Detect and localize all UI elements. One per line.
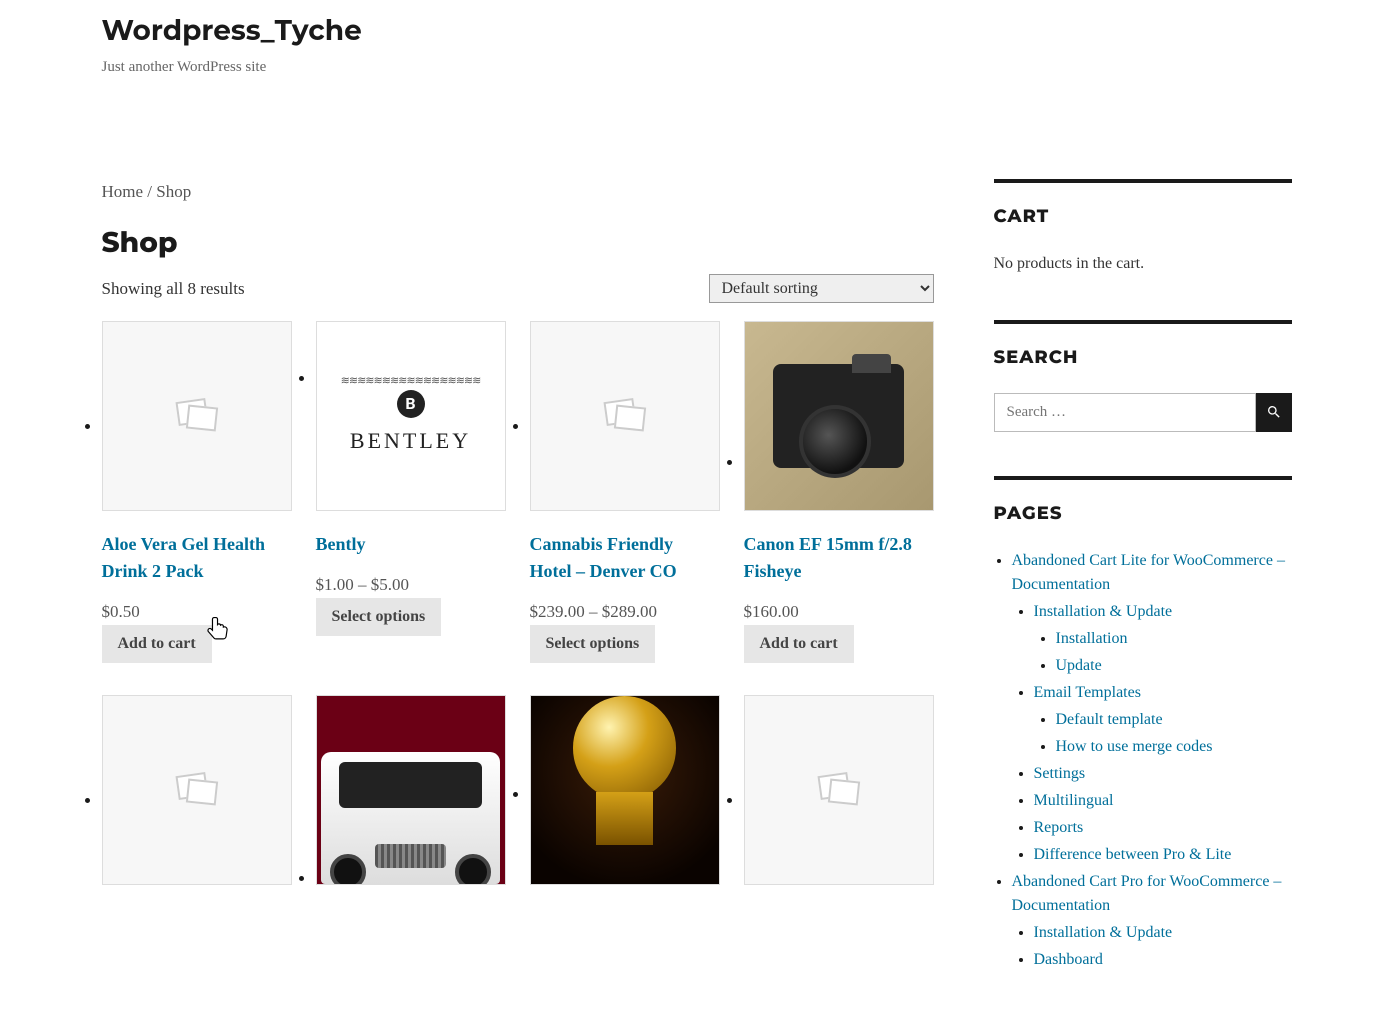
page-link[interactable]: Reports [1034, 819, 1084, 836]
product-image[interactable] [316, 695, 506, 885]
placeholder-icon [177, 400, 217, 432]
pages-widget: PAGES Abandoned Cart Lite for WooCommerc… [994, 476, 1292, 972]
breadcrumb-current: Shop [156, 182, 191, 201]
site-title[interactable]: Wordpress_Tyche [102, 10, 1292, 52]
product-title[interactable]: Bently [316, 531, 506, 558]
page-link[interactable]: Settings [1034, 765, 1086, 782]
page-link[interactable]: Difference between Pro & Lite [1034, 846, 1232, 863]
breadcrumb-sep: / [143, 182, 156, 201]
product-title[interactable]: Aloe Vera Gel Health Drink 2 Pack [102, 531, 292, 585]
product-action-button[interactable]: Add to cart [744, 625, 854, 663]
search-button[interactable] [1256, 393, 1292, 432]
product-action-button[interactable]: Select options [316, 598, 442, 636]
page-link[interactable]: How to use merge codes [1056, 738, 1213, 755]
breadcrumb-home[interactable]: Home [102, 182, 144, 201]
product-card: Canon EF 15mm f/2.8 Fisheye $160.00 Add to… [744, 321, 934, 663]
product-image[interactable] [102, 695, 292, 885]
breadcrumb: Home / Shop [102, 179, 934, 205]
product-title[interactable]: Cannabis Friendly Hotel – Denver CO [530, 531, 720, 585]
product-image[interactable] [744, 695, 934, 885]
cart-empty-text: No products in the cart. [994, 252, 1292, 276]
product-action-button[interactable]: Add to cart [102, 625, 212, 663]
product-price: $160.00 [744, 602, 799, 621]
page-link[interactable]: Dashboard [1034, 951, 1103, 968]
page-link[interactable]: Abandoned Cart Pro for WooCommerce – Doc… [1012, 873, 1282, 914]
sort-form: Default sorting [709, 274, 934, 303]
search-widget-title: SEARCH [994, 344, 1292, 371]
cart-widget: CART No products in the cart. [994, 179, 1292, 276]
search-icon [1266, 404, 1282, 420]
product-title[interactable]: Canon EF 15mm f/2.8 Fisheye [744, 531, 934, 585]
page-link[interactable]: Installation [1056, 630, 1128, 647]
product-price: $0.50 [102, 602, 140, 621]
product-image[interactable] [530, 321, 720, 511]
result-count: Showing all 8 results [102, 276, 245, 302]
product-card [530, 695, 720, 905]
product-card: Aloe Vera Gel Health Drink 2 Pack $0.50 Ad… [102, 321, 292, 663]
placeholder-icon [177, 774, 217, 806]
page-link[interactable]: Installation & Update [1034, 603, 1173, 620]
product-price: $1.00 – $5.00 [316, 575, 410, 594]
cart-widget-title: CART [994, 203, 1292, 230]
product-image[interactable] [530, 695, 720, 885]
site-tagline: Just another WordPress site [102, 56, 1292, 79]
product-card [316, 695, 506, 905]
page-link[interactable]: Multilingual [1034, 792, 1114, 809]
product-image[interactable] [102, 321, 292, 511]
product-image[interactable]: ≋≋≋≋≋≋≋≋≋≋≋≋≋≋≋≋≋BBENTLEY [316, 321, 506, 511]
page-link[interactable]: Update [1056, 657, 1102, 674]
product-card: ≋≋≋≋≋≋≋≋≋≋≋≋≋≋≋≋≋BBENTLEY Bently $1.00 – $… [316, 321, 506, 663]
product-card [744, 695, 934, 905]
placeholder-icon [819, 774, 859, 806]
page-link[interactable]: Abandoned Cart Lite for WooCommerce – Do… [1012, 552, 1285, 593]
page-title: Shop [102, 222, 934, 264]
page-link[interactable]: Installation & Update [1034, 924, 1173, 941]
product-price: $239.00 – $289.00 [530, 602, 658, 621]
page-link[interactable]: Email Templates [1034, 684, 1141, 701]
search-form [994, 393, 1292, 432]
product-card [102, 695, 292, 905]
pages-widget-title: PAGES [994, 500, 1292, 527]
pages-list: Abandoned Cart Lite for WooCommerce – Do… [994, 549, 1292, 972]
placeholder-icon [605, 400, 645, 432]
product-image[interactable] [744, 321, 934, 511]
sort-select[interactable]: Default sorting [709, 274, 934, 303]
search-input[interactable] [994, 393, 1256, 432]
product-action-button[interactable]: Select options [530, 625, 656, 663]
product-card: Cannabis Friendly Hotel – Denver CO $239.… [530, 321, 720, 663]
page-link[interactable]: Default template [1056, 711, 1163, 728]
search-widget: SEARCH [994, 320, 1292, 432]
